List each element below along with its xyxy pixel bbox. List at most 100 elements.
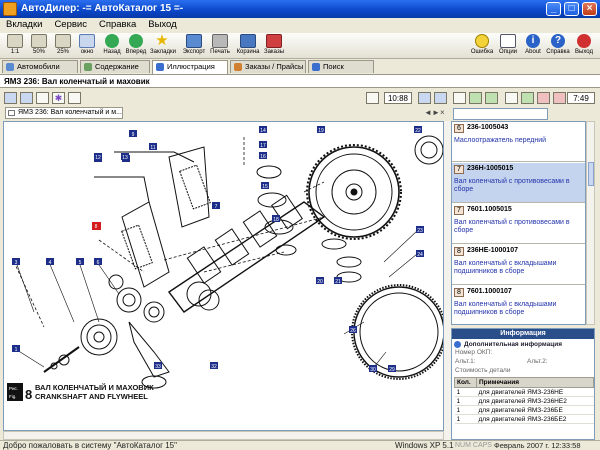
zoom-fit-button[interactable]: окно	[75, 34, 99, 55]
doc-next-arrow[interactable]: ►	[432, 108, 440, 117]
list-item[interactable]: 8 236НЕ-1000107 Вал коленчатый с вкладыша…	[452, 245, 585, 285]
error-report-button[interactable]: Ошибка	[470, 34, 494, 55]
orders-button[interactable]: Заказы	[262, 34, 286, 55]
table-row[interactable]: 1 для двигателей ЯМЗ-236БЕ	[454, 405, 594, 415]
viewer-hscrollbar[interactable]	[3, 431, 444, 440]
menu-item-exit[interactable]: Выход	[142, 18, 182, 31]
viewer-vscrollbar[interactable]	[444, 121, 451, 440]
table-row[interactable]: 1 для двигателей ЯМЗ-236НЕ2	[454, 396, 594, 406]
table-row[interactable]: 1 для двигателей ЯМЗ-236НЕ	[454, 387, 594, 397]
svg-text:8: 8	[95, 224, 98, 230]
maximize-button[interactable]: □	[564, 2, 579, 16]
doc-close-icon[interactable]	[8, 110, 15, 116]
parts-search-input[interactable]	[453, 108, 548, 120]
tab-contents[interactable]: Содержание	[80, 60, 150, 73]
copy-icon[interactable]	[366, 92, 379, 104]
callout-markers	[12, 126, 424, 372]
parts-scroll-thumb[interactable]	[588, 162, 594, 186]
doc-prev-arrow[interactable]: ◄	[424, 108, 432, 117]
back-icon	[105, 34, 119, 48]
list-item[interactable]: 6 236-1005043 Маслоотражатель передний	[452, 122, 585, 162]
svg-text:19: 19	[318, 128, 324, 134]
tab-search[interactable]: Поиск	[308, 60, 374, 73]
hand-tool-icon[interactable]	[36, 92, 49, 104]
back-button[interactable]: Назад	[100, 34, 124, 55]
svg-text:6: 6	[97, 260, 100, 266]
illustration-toolbar: ✱ 10:88	[0, 90, 450, 106]
table-row[interactable]: 1 для двигателей ЯМЗ-236БЕ2	[454, 414, 594, 424]
illustration-time: 10:88	[384, 92, 412, 104]
zoom-50-button[interactable]: 50%	[27, 34, 51, 55]
svg-text:4: 4	[49, 260, 52, 266]
parts-up-icon[interactable]	[485, 92, 498, 104]
fit-page-icon[interactable]	[20, 92, 33, 104]
illustration-viewer[interactable]: 9 12 13 11 14 19 17 16 15 18 22 23 24 20…	[3, 121, 444, 431]
exit-button[interactable]: Выход	[572, 34, 596, 55]
zoom-25-button[interactable]: 25%	[51, 34, 75, 55]
parts-add-icon[interactable]	[469, 92, 482, 104]
bookmarks-button[interactable]: ★ Закладки	[150, 33, 176, 55]
status-indicators: NUM CAPS	[455, 442, 492, 449]
svg-text:23: 23	[417, 228, 423, 234]
svg-text:ВАЛ КОЛЕНЧАТЫЙ И МАХОВИК: ВАЛ КОЛЕНЧАТЫЙ И МАХОВИК	[35, 383, 154, 392]
title-bar[interactable]: АвтоДилер: -= АвтоКаталог 15 =- _ □ ×	[0, 0, 600, 18]
close-button[interactable]: ×	[582, 2, 597, 16]
marker-icon[interactable]: ✱	[52, 92, 65, 104]
tab-orders-prices[interactable]: Заказы / Прайсы	[230, 60, 306, 73]
layout-single-icon[interactable]	[418, 92, 431, 104]
error-smiley-icon	[475, 34, 489, 48]
cost-label: Стоимость детали	[455, 367, 511, 374]
fit-width-icon[interactable]	[4, 92, 17, 104]
svg-text:26: 26	[350, 328, 356, 334]
list-item[interactable]: 7 7601.1005015 Вал коленчатый с противове…	[452, 204, 585, 244]
parts-list[interactable]: 6 236-1005043 Маслоотражатель передний 72…	[451, 121, 586, 325]
doc-close-x[interactable]: ×	[440, 108, 445, 117]
parts-tool2-icon[interactable]	[521, 92, 534, 104]
parts-scrollbar[interactable]	[586, 121, 595, 325]
contents-icon	[84, 63, 92, 71]
forward-button[interactable]: Вперед	[124, 34, 148, 55]
export-icon	[186, 34, 202, 48]
parts-tool3-icon[interactable]	[537, 92, 550, 104]
svg-text:33: 33	[155, 364, 161, 370]
tab-illustration[interactable]: Иллюстрация	[152, 60, 228, 74]
svg-text:Fig.: Fig.	[9, 394, 17, 399]
menu-item-help[interactable]: Справка	[93, 18, 142, 31]
svg-text:5: 5	[79, 260, 82, 266]
alt-row: Альт.1: Альт.2:	[455, 358, 548, 365]
print-button[interactable]: Печать	[208, 34, 232, 55]
cart-icon	[240, 34, 256, 48]
app-icon	[3, 2, 17, 16]
menu-item-tabs[interactable]: Вкладки	[0, 18, 48, 31]
svg-text:13: 13	[122, 155, 128, 161]
status-bar: Добро пожаловать в систему "АвтоКаталог …	[0, 440, 600, 450]
list-item[interactable]: 8 7601.1000107 Вал коленчатый с вкладышам…	[452, 286, 585, 324]
help-icon: ?	[551, 34, 565, 48]
parts-copy-icon[interactable]	[453, 92, 466, 104]
orders-icon	[266, 34, 282, 48]
layout-split-icon[interactable]	[434, 92, 447, 104]
svg-text:Рис.: Рис.	[9, 386, 18, 391]
options-button[interactable]: Опции	[496, 34, 520, 55]
crankshaft-diagram: 9 12 13 11 14 19 17 16 15 18 22 23 24 20…	[7, 126, 443, 402]
cart-button[interactable]: Корзина	[236, 34, 260, 55]
about-button[interactable]: i About	[521, 34, 545, 55]
zoom-1to1-button[interactable]: 1:1	[3, 34, 27, 55]
export-button[interactable]: Экспорт	[182, 34, 206, 55]
list-item[interactable]: 7 236Н-1005015 Вал коленчатый с противове…	[452, 163, 585, 203]
crankshaft-drawing	[167, 201, 326, 313]
svg-text:20: 20	[317, 279, 323, 285]
document-tab[interactable]: ЯМЗ 236: Вал коленчатый и м...	[5, 107, 123, 119]
help-button[interactable]: ? Справка	[546, 34, 570, 55]
properties-icon[interactable]	[68, 92, 81, 104]
main-toolbar: 1:1 50% 25% окно Назад Вперед ★ Закладки …	[0, 33, 600, 59]
svg-text:32: 32	[211, 364, 217, 370]
minimize-button[interactable]: _	[546, 2, 561, 16]
info-panel: Информация Дополнительная информация Ном…	[451, 328, 595, 440]
parts-tool1-icon[interactable]	[505, 92, 518, 104]
parts-toolbar: 7:49	[451, 90, 600, 106]
zoom-fit-icon	[79, 34, 95, 48]
menu-item-service[interactable]: Сервис	[48, 18, 93, 31]
parts-tool4-icon[interactable]	[553, 92, 566, 104]
tab-cars[interactable]: Автомобили	[2, 60, 78, 73]
